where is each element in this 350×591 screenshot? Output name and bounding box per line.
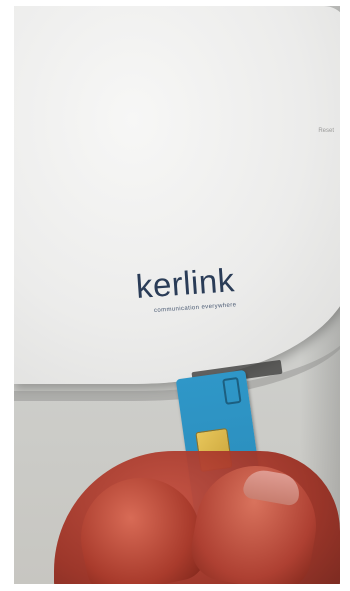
router-device: Reset kerlink communication everywhere [14, 6, 340, 401]
photo: Reset kerlink communication everywhere [14, 6, 340, 584]
router-small-label: Reset [318, 128, 334, 134]
sim-notch [222, 376, 242, 405]
brand-logo-text: kerlink [134, 261, 236, 305]
